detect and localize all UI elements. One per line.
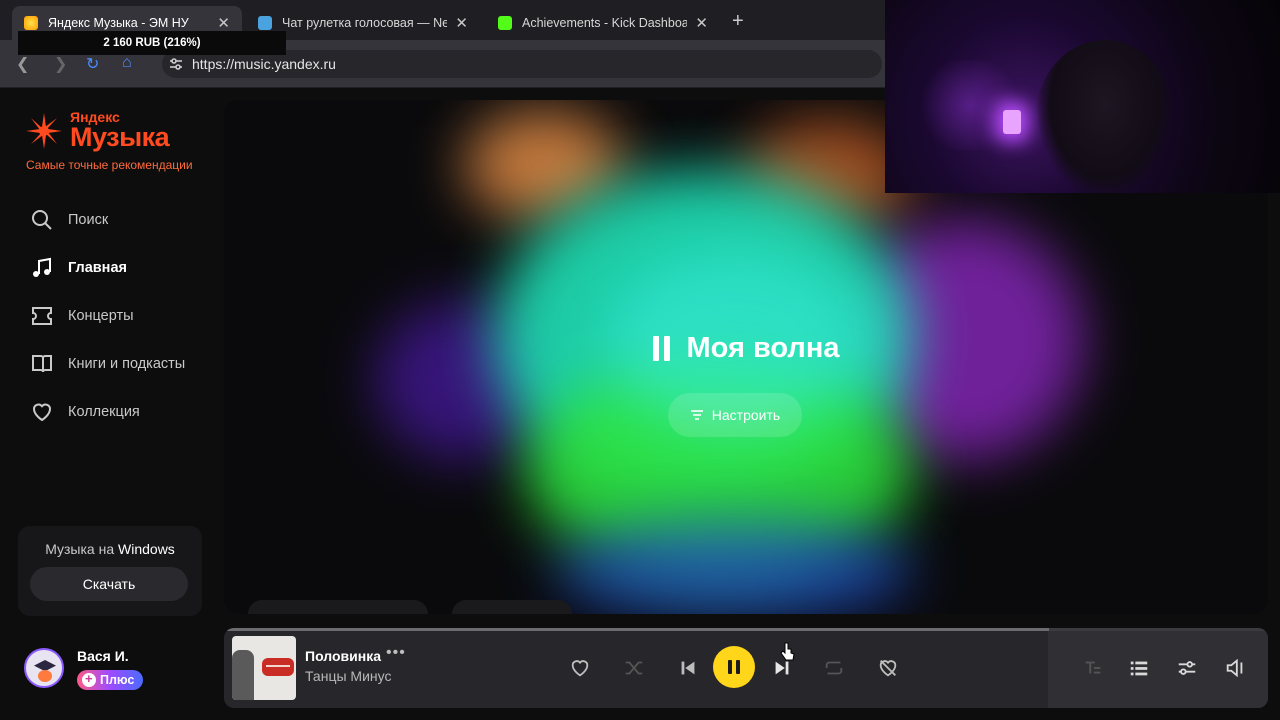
dislike-button[interactable] [875,655,901,681]
microphone-favicon-icon [258,16,272,30]
promo-text-platform: Windows [118,541,175,557]
wave-mode-chip[interactable] [452,600,572,614]
plus-label: Плюс [100,673,135,687]
pause-button[interactable] [713,646,755,688]
sidebar-item-label: Коллекция [68,404,140,420]
wave-blob [554,520,914,614]
promo-text-prefix: Музыка на [45,541,119,557]
webcam-overlay [885,0,1280,193]
close-tab-icon[interactable]: ✕ [217,14,230,32]
site-settings-icon[interactable] [168,56,184,72]
close-tab-icon[interactable]: ✕ [695,14,708,32]
book-icon [32,355,52,373]
webcam-lamp [1003,110,1021,134]
reload-icon[interactable]: ↻ [86,54,99,74]
shuffle-button[interactable] [621,655,647,681]
lyrics-button[interactable] [1080,655,1106,681]
queue-button[interactable] [1126,655,1152,681]
sidebar-item-collection[interactable]: Коллекция [30,388,210,436]
sidebar-item-concerts[interactable]: Концерты [30,292,210,340]
previous-icon [681,661,695,675]
wave-mode-chip[interactable] [248,600,428,614]
mouse-cursor-icon [780,642,795,661]
filter-icon [690,410,703,420]
sidebar-item-label: Поиск [68,212,109,228]
track-title[interactable]: Половинка [305,648,381,664]
queue-icon [1130,661,1148,676]
sidebar-item-home[interactable]: Главная [30,244,210,292]
sidebar-item-books-podcasts[interactable]: Книги и подкасты [30,340,210,388]
download-button[interactable]: Скачать [30,567,188,601]
volume-icon [1226,658,1243,678]
promo-text: Музыка на Windows [18,541,202,557]
plus-icon [82,671,96,687]
lyrics-icon [1085,661,1101,674]
forward-icon[interactable]: ❯ [54,54,67,74]
price-overlay: 2 160 RUB (216%) [18,31,286,55]
heart-icon [571,660,589,677]
desktop-app-promo: Музыка на Windows Скачать [18,526,202,616]
equalizer-icon [1178,661,1196,675]
logo-tagline: Самые точные рекомендации [26,158,193,172]
heart-icon [32,403,52,422]
tab-title: Чат рулетка голосовая — Nek [282,16,448,30]
tab-kick-dashboard[interactable]: Achievements - Kick Dashboar ✕ [486,6,720,40]
sidebar-item-label: Главная [68,260,127,276]
pause-icon[interactable] [652,336,675,361]
yandex-music-logo[interactable]: Яндекс Музыка [24,110,170,152]
user-name[interactable]: Вася И. [77,648,129,664]
volume-button[interactable] [1222,655,1248,681]
album-cover[interactable] [232,636,296,700]
kick-favicon-icon [498,16,512,30]
equalizer-button[interactable] [1174,655,1200,681]
my-wave-title-text: Моя волна [686,332,840,364]
playback-progress-fill [224,628,1049,631]
player-bar: Половинка ••• Танцы Минус [224,628,1268,708]
music-note-icon [33,257,51,277]
like-button[interactable] [567,655,593,681]
more-options-icon[interactable]: ••• [386,644,406,662]
previous-track-button[interactable] [675,655,701,681]
repeat-button[interactable] [821,655,847,681]
my-wave-title[interactable]: Моя волна [224,332,1268,365]
yandex-music-favicon-icon [24,16,38,30]
starburst-logo-icon [26,112,62,149]
ticket-icon [32,307,52,325]
search-icon [32,210,52,230]
webcam-streamer [1035,40,1175,193]
tune-wave-button[interactable]: Настроить [668,393,802,437]
webcam-light-glow [915,60,1025,150]
tab-title: Яндекс Музыка - ЭМ НУ [48,16,189,30]
back-icon[interactable]: ❮ [16,54,29,74]
url-text: https://music.yandex.ru [192,56,336,72]
new-tab-button[interactable]: + [732,10,744,33]
sidebar-item-label: Концерты [68,308,134,324]
heart-crossed-icon [879,660,897,677]
tune-wave-label: Настроить [711,407,781,423]
plus-subscription-badge[interactable]: Плюс [77,670,144,690]
repeat-icon [825,661,843,675]
logo-name: Музыка [70,122,170,152]
wave-mode-chips [248,600,572,614]
sidebar-nav: Поиск Главная Концерты Книги и подкасты … [30,196,210,436]
shuffle-icon [625,661,643,675]
tab-title: Achievements - Kick Dashboar [522,16,688,30]
track-artist[interactable]: Танцы Минус [305,668,391,684]
avatar[interactable] [24,648,64,688]
home-icon[interactable]: ⌂ [122,54,132,72]
close-tab-icon[interactable]: ✕ [455,14,468,32]
sidebar-item-search[interactable]: Поиск [30,196,210,244]
sidebar-item-label: Книги и подкасты [68,356,186,372]
